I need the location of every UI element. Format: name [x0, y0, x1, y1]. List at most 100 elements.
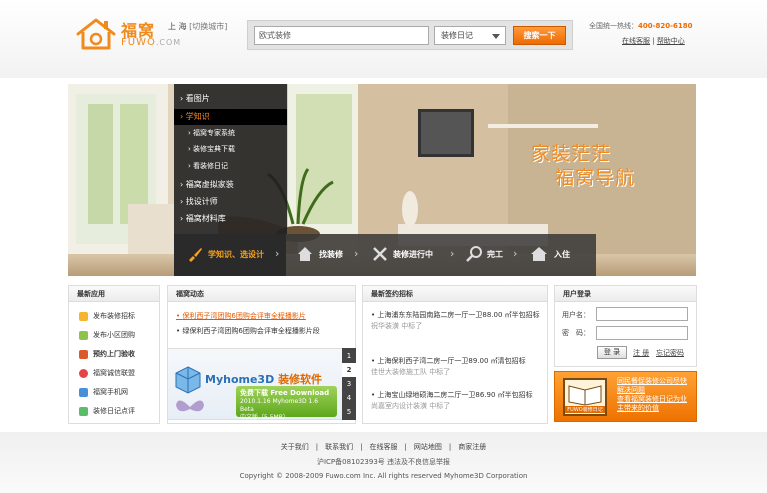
- search-bar: 欧式装修 装修日记 搜索一下: [247, 20, 573, 50]
- news-title: 福窝动态: [168, 286, 355, 302]
- service-label: 发布小区团购: [93, 331, 135, 339]
- free-download-button[interactable]: 免费下载 Free Download 2010.1.16 Myhome3D 1.6…: [236, 386, 337, 421]
- house-logo-icon: [76, 18, 116, 50]
- menu-item-learn[interactable]: › 学知识: [174, 109, 287, 125]
- register-link[interactable]: 注 册: [633, 348, 649, 358]
- help-center-link[interactable]: 帮助中心: [657, 37, 685, 45]
- search-input[interactable]: 欧式装修: [254, 26, 429, 45]
- brush-icon: [189, 248, 202, 262]
- service-label: 装修日记点评: [93, 407, 135, 415]
- menu-label-diary: 看装修日记: [193, 162, 229, 170]
- menu-label-treasure: 装修宝典下载: [193, 145, 236, 153]
- service-item[interactable]: 福窝诚信联盟: [79, 368, 135, 378]
- promo-text: 同民餐促装修公司尽快解决问题 查看福窝装修日记为业主带来的价值: [617, 377, 693, 413]
- news-item[interactable]: • 绿保利西子湾团购6团购会评审全程播影片段: [176, 326, 320, 336]
- menu-label-designer: 找设计师: [185, 197, 218, 206]
- slide-pager: 1 2 3 4 5: [342, 348, 356, 420]
- myhome3d-brand: Myhome3D: [205, 373, 275, 386]
- slide-number[interactable]: 5: [342, 405, 356, 419]
- menu-item-virtual[interactable]: › 福窝虚拟家装: [180, 179, 234, 190]
- chevron-right-icon: ›: [450, 247, 455, 260]
- step-progress[interactable]: 装修进行中: [393, 249, 433, 260]
- login-button[interactable]: 登 录: [597, 346, 627, 359]
- step-learn[interactable]: 学知识、选设计: [208, 249, 264, 260]
- promo-text-1[interactable]: 同民餐促装修公司尽快解决问题: [617, 377, 687, 394]
- step-move-in[interactable]: 入住: [554, 249, 570, 260]
- news-item[interactable]: • 保利西子湾团购6团购会评审全程播影片: [176, 311, 306, 321]
- service-item[interactable]: 福窝手机网: [79, 387, 128, 397]
- menu-label-materials: 福窝材料库: [185, 214, 226, 223]
- search-button[interactable]: 搜索一下: [513, 26, 566, 45]
- search-category-select[interactable]: 装修日记: [434, 26, 506, 45]
- bid-item[interactable]: • 上海浦东东陆园南路二房一厅一卫88.00 ㎡半包招标 祝华装潢 中标了: [371, 310, 547, 332]
- logo-en-suffix: .COM: [155, 38, 182, 47]
- chevron-right-icon: ›: [513, 247, 518, 260]
- slide-number[interactable]: 3: [342, 377, 356, 391]
- group-buy-icon: [79, 330, 88, 340]
- book-icon: FUWO装修日记: [563, 378, 607, 416]
- menu-label-pictures: 看图片: [185, 94, 210, 103]
- switch-city-link[interactable]: [切换城市]: [189, 22, 227, 31]
- myhome3d-ad[interactable]: Myhome3D 装修软件 免费下载 Free Download 2010.1.1…: [167, 348, 356, 421]
- services-panel: 最新应用 发布装修招标 发布小区团购 预约上门验收 福窝诚信联盟 福窝手机网 装…: [68, 285, 160, 424]
- top-links: 在线客服 | 帮助中心: [622, 37, 685, 45]
- menu-item-designer[interactable]: › 找设计师: [180, 196, 218, 207]
- icp-record[interactable]: 沪ICP备08102393号 违法及不良信息举报: [0, 457, 767, 467]
- myhome3d-title: Myhome3D 装修软件: [205, 371, 322, 387]
- bid-title: 上海浦东东陆园南路二房一厅一卫88.00 ㎡半包招标: [377, 311, 540, 319]
- slide-number[interactable]: 4: [342, 391, 356, 405]
- tools-icon: [373, 247, 387, 261]
- step-find[interactable]: 找装修: [319, 249, 343, 260]
- promo-text-2[interactable]: 查看福窝装修日记为业主带来的价值: [617, 395, 687, 412]
- bid-item[interactable]: • 上海保利西子湾二房一厅一卫89.00 ㎡清包招标 佳世大装修施工队 中标了: [371, 356, 547, 378]
- slide-number[interactable]: 1: [342, 349, 356, 363]
- forgot-password-link[interactable]: 忘记密码: [656, 348, 684, 358]
- menu-item-pictures[interactable]: › 看图片: [180, 93, 210, 104]
- password-input[interactable]: [596, 326, 688, 340]
- service-item[interactable]: 发布装修招标: [79, 311, 135, 321]
- bids-panel: 最新签约招标 • 上海浦东东陆园南路二房一厅一卫88.00 ㎡半包招标 祝华装潢 …: [362, 285, 548, 424]
- city-selector: 上 海 [切换城市]: [168, 21, 227, 32]
- chevron-down-icon: [492, 34, 500, 39]
- service-item[interactable]: 预约上门验收: [79, 349, 135, 359]
- menu-label-learn: 学知识: [185, 112, 210, 121]
- diary-promo-banner[interactable]: FUWO装修日记 同民餐促装修公司尽快解决问题 查看福窝装修日记为业主带来的价值: [554, 371, 697, 422]
- hotline: 全国统一热线：400-820-6180: [589, 21, 693, 31]
- book-label: FUWO装修日记: [565, 406, 605, 413]
- bid-icon: [79, 311, 88, 321]
- service-item[interactable]: 发布小区团购: [79, 330, 135, 340]
- password-label: 密 码：: [562, 329, 590, 337]
- open-book-graphic: [568, 385, 602, 406]
- services-title: 最新应用: [69, 286, 159, 302]
- username-input[interactable]: [596, 307, 688, 321]
- service-item[interactable]: 装修日记点评: [79, 406, 135, 416]
- hotline-number: 400-820-6180: [638, 22, 693, 30]
- news-text: 绿保利西子湾团购6团购会评审全程播影片段: [182, 327, 320, 335]
- slide-number[interactable]: 2: [342, 363, 356, 377]
- current-city: 上 海: [168, 22, 187, 31]
- chevron-right-icon: ›: [275, 247, 280, 260]
- banner-slogan-2: 福窝导航: [555, 167, 636, 189]
- cube-logo-icon: [175, 366, 201, 394]
- banner-nav-menu: › 看图片 › 学知识 › 福窝专家系统 › 装修宝典下载 › 看装修日记 › …: [174, 84, 287, 234]
- step-done[interactable]: 完工: [487, 249, 503, 260]
- menu-item-expert[interactable]: › 福窝专家系统: [188, 128, 235, 138]
- chevron-right-icon: ›: [354, 247, 359, 260]
- bid-status: 祝华装潢 中标了: [371, 322, 423, 330]
- bid-status: 尚嘉室内设计装潢 中标了: [371, 402, 451, 410]
- mobile-icon: [79, 387, 88, 397]
- menu-item-diary[interactable]: › 看装修日记: [188, 161, 228, 171]
- menu-label-virtual: 福窝虚拟家装: [185, 180, 234, 189]
- menu-label-expert: 福窝专家系统: [193, 129, 236, 137]
- bid-item[interactable]: • 上海宝山绿地硕海二房二厅一卫86.90 ㎡半包招标 尚嘉室内设计装潢 中标了: [371, 390, 547, 412]
- service-label: 福窝诚信联盟: [93, 369, 135, 377]
- online-service-link[interactable]: 在线客服: [622, 37, 650, 45]
- banner-slogan-1: 家装茫茫: [531, 143, 612, 165]
- copyright: Copyright © 2008-2009 Fuwo.com Inc. All …: [239, 472, 528, 480]
- menu-item-treasure[interactable]: › 装修宝典下载: [188, 144, 235, 154]
- menu-item-materials[interactable]: › 福窝材料库: [180, 213, 226, 224]
- process-step-bar: 学知识、选设计 › 找装修 › 装修进行中 › 完工 › 入住: [174, 234, 596, 276]
- logo-en-name: FUWO: [121, 37, 156, 48]
- footer-links[interactable]: 关于我们 | 联系我们 | 在线客服 | 网站地图 | 商家注册: [0, 442, 767, 452]
- home-icon: [531, 247, 547, 261]
